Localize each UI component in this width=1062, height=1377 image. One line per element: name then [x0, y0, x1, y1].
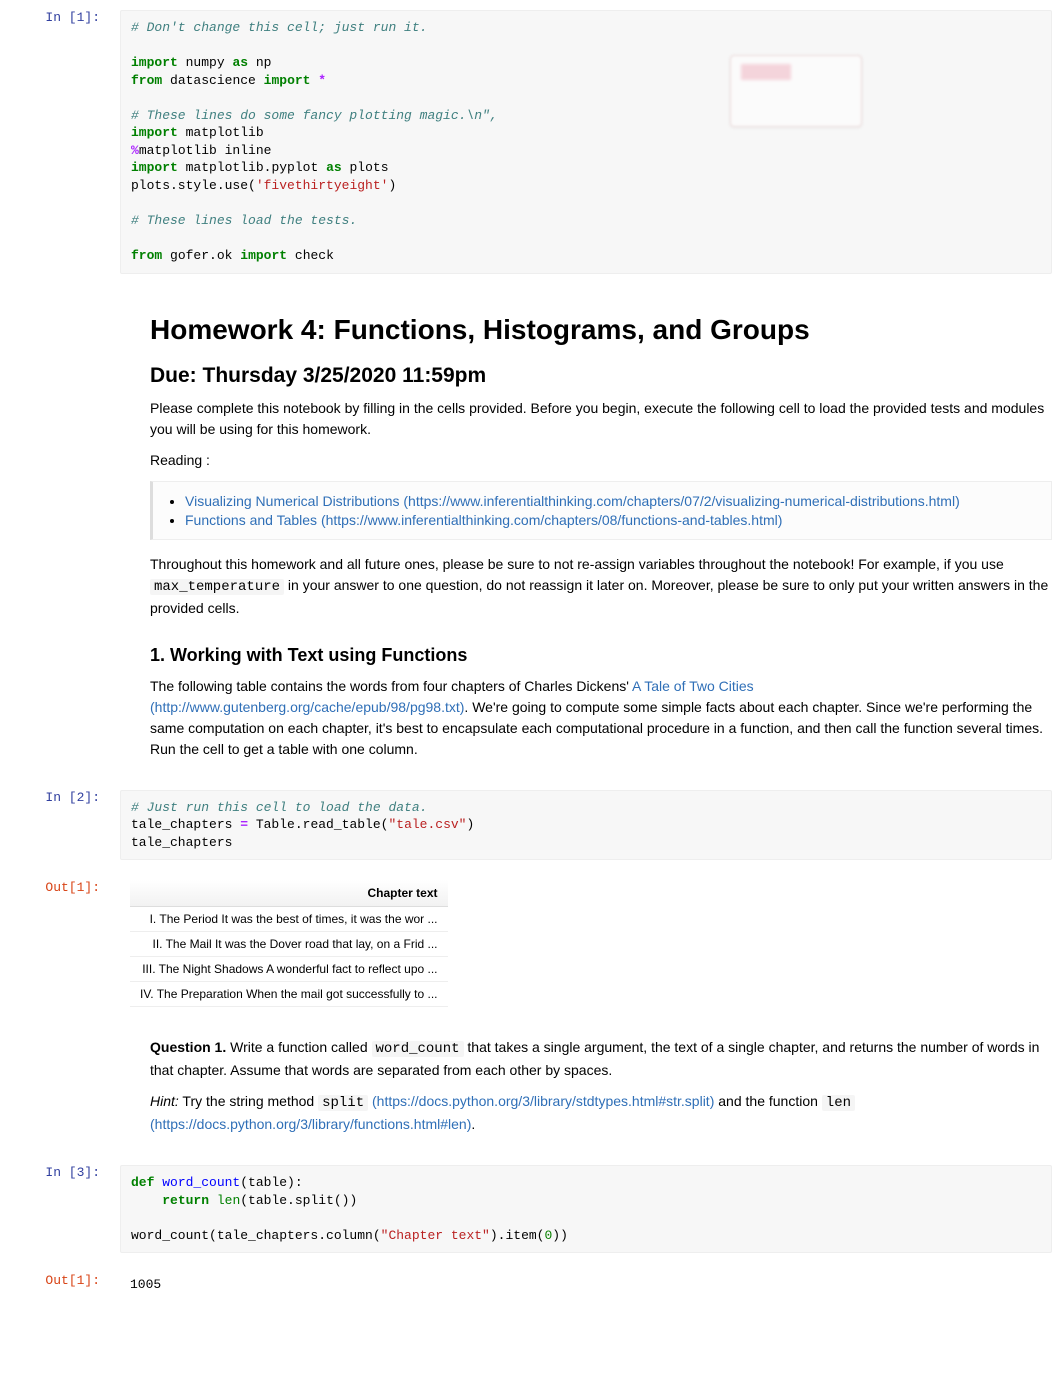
code-area-2[interactable]: # Just run this cell to load the data. t… — [120, 790, 1052, 861]
section-1-heading: 1. Working with Text using Functions — [150, 645, 1052, 666]
prompt-out-1: Out[1]: — [0, 875, 110, 1012]
reading-link-2[interactable]: Functions and Tables (https://www.infere… — [185, 512, 1039, 528]
reading-label: Reading : — [150, 452, 210, 468]
output-value: 1005 — [130, 1273, 812, 1296]
table-header: Chapter text — [130, 880, 448, 907]
page-title: Homework 4: Functions, Histograms, and G… — [150, 314, 1052, 346]
table-row: IV. The Preparation When the mail got su… — [130, 982, 448, 1007]
section-1-paragraph: The following table contains the words f… — [150, 676, 1052, 760]
code-cell-3: In [3]: def word_count(table): return le… — [0, 1155, 1062, 1263]
due-heading: Due: Thursday 3/25/2020 11:59pm — [150, 364, 1052, 388]
split-doc-link[interactable]: (https://docs.python.org/3/library/stdty… — [368, 1093, 714, 1109]
output-cell-2: Out[1]: 1005 — [0, 1263, 1062, 1306]
markdown-cell-q1: Question 1. Write a function called word… — [0, 1017, 1062, 1155]
prompt-in-2: In [2]: — [0, 785, 110, 866]
reading-link-1[interactable]: Visualizing Numerical Distributions (htt… — [185, 493, 1039, 509]
markdown-cell-heading: Homework 4: Functions, Histograms, and G… — [0, 284, 1062, 780]
code-cell-2: In [2]: # Just run this cell to load the… — [0, 780, 1062, 871]
output-cell-1: Out[1]: Chapter text I. The Period It wa… — [0, 870, 1062, 1017]
watermark-stamp — [730, 55, 862, 127]
instructions-paragraph: Throughout this homework and all future … — [150, 554, 1052, 619]
table-row: III. The Night Shadows A wonderful fact … — [130, 957, 448, 982]
hint-paragraph: Hint: Try the string method split (https… — [150, 1091, 1052, 1135]
table-row: II. The Mail It was the Dover road that … — [130, 932, 448, 957]
code-area-3[interactable]: def word_count(table): return len(table.… — [120, 1165, 1052, 1253]
chapters-table: Chapter text I. The Period It was the be… — [130, 880, 448, 1007]
intro-paragraph: Please complete this notebook by filling… — [150, 398, 1052, 440]
code-cell-1: In [1]: # Don't change this cell; just r… — [0, 0, 1062, 284]
len-doc-link[interactable]: (https://docs.python.org/3/library/funct… — [150, 1116, 471, 1132]
prompt-in-1: In [1]: — [0, 5, 110, 279]
reading-box: Visualizing Numerical Distributions (htt… — [150, 481, 1052, 540]
table-row: I. The Period It was the best of times, … — [130, 907, 448, 932]
prompt-out-2: Out[1]: — [0, 1268, 110, 1301]
prompt-in-3: In [3]: — [0, 1160, 110, 1258]
code-area-1[interactable]: # Don't change this cell; just run it. i… — [120, 10, 1052, 274]
question-1: Question 1. Write a function called word… — [150, 1037, 1052, 1081]
